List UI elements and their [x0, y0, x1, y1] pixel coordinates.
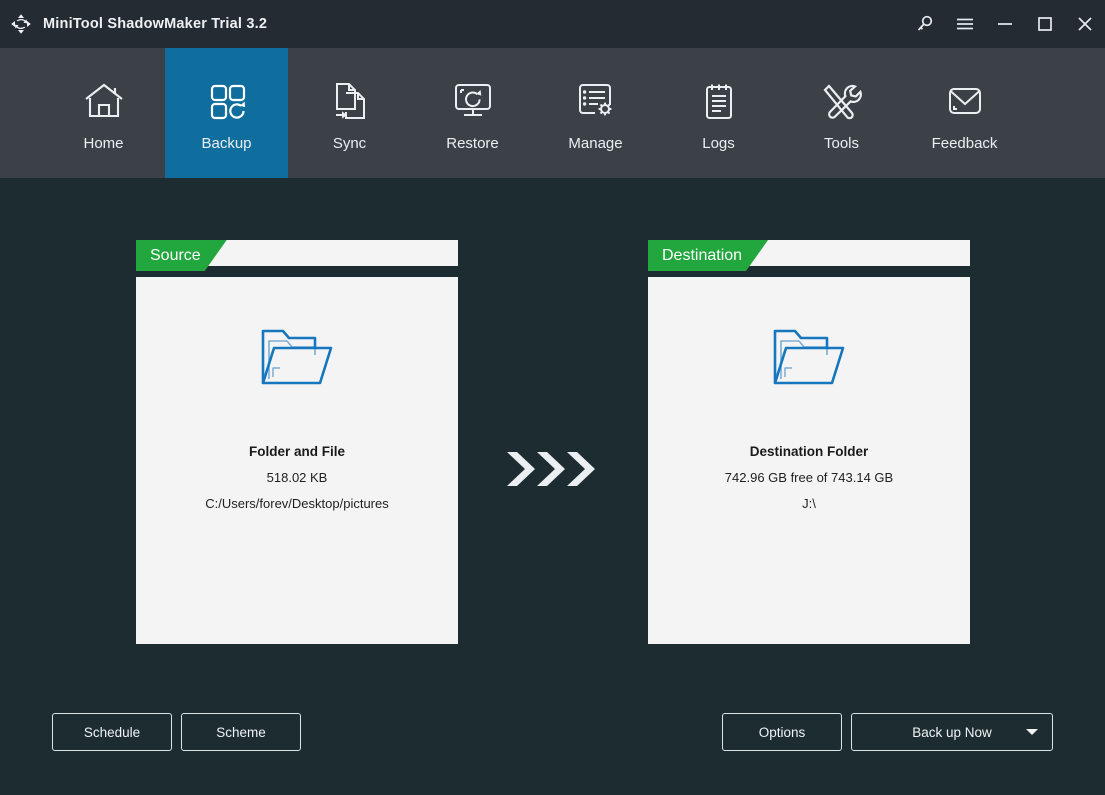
nav-label-backup: Backup [201, 135, 252, 152]
destination-panel[interactable]: Destination Destination Folder 742.96 GB… [648, 240, 970, 644]
nav-item-restore[interactable]: Restore [411, 48, 534, 178]
nav-label-manage: Manage [568, 135, 623, 152]
app-title: MiniTool ShadowMaker Trial 3.2 [43, 16, 268, 32]
options-button[interactable]: Options [722, 713, 842, 751]
source-tab-gap [136, 271, 458, 277]
nav-label-sync: Sync [332, 135, 367, 152]
destination-body[interactable]: Destination Folder 742.96 GB free of 743… [648, 277, 970, 644]
destination-free-space: 742.96 GB free of 743.14 GB [724, 470, 894, 485]
title-bar: MiniTool ShadowMaker Trial 3.2 [0, 0, 1105, 48]
source-tab-label: Source [150, 246, 201, 264]
source-title: Folder and File [248, 444, 345, 459]
scheme-button[interactable]: Scheme [181, 713, 301, 751]
nav-label-tools: Tools [823, 135, 860, 152]
back-up-now-label: Back up Now [912, 724, 992, 740]
nav-item-tools[interactable]: Tools [780, 48, 903, 178]
destination-title: Destination Folder [749, 444, 869, 459]
hamburger-menu-icon[interactable] [945, 0, 985, 48]
destination-path: J:\ [802, 496, 816, 511]
nav-item-backup[interactable]: Backup [165, 48, 288, 178]
back-up-now-button[interactable]: Back up Now [851, 713, 1053, 751]
source-tab: Source [136, 240, 227, 271]
nav-label-home: Home [83, 135, 124, 152]
backup-icon [204, 74, 250, 128]
nav-label-restore: Restore [446, 135, 499, 152]
triple-chevron-right-icon [505, 448, 605, 490]
source-panel[interactable]: Source Folder and File 518.02 KB C:/User… [136, 240, 458, 644]
sync-icon [327, 74, 373, 128]
nav-label-feedback: Feedback [931, 135, 998, 152]
source-path: C:/Users/forev/Desktop/pictures [205, 496, 389, 511]
source-body[interactable]: Folder and File 518.02 KB C:/Users/forev… [136, 277, 458, 644]
move-arrows-logo-icon [8, 11, 34, 37]
main-content: Source Folder and File 518.02 KB C:/User… [0, 178, 1105, 795]
maximize-icon[interactable] [1025, 0, 1065, 48]
nav-label-logs: Logs [702, 135, 735, 152]
schedule-button[interactable]: Schedule [52, 713, 172, 751]
nav-item-manage[interactable]: Manage [534, 48, 657, 178]
destination-tab-row: Destination [648, 240, 970, 271]
logs-icon [696, 74, 742, 128]
destination-tab-label: Destination [662, 246, 743, 264]
restore-icon [450, 74, 496, 128]
close-icon[interactable] [1065, 0, 1105, 48]
nav-item-logs[interactable]: Logs [657, 48, 780, 178]
window-controls [905, 0, 1105, 48]
nav-item-sync[interactable]: Sync [288, 48, 411, 178]
manage-icon [573, 74, 619, 128]
folder-icon [769, 321, 849, 398]
nav-item-feedback[interactable]: Feedback [903, 48, 1026, 178]
nav-item-home[interactable]: Home [42, 48, 165, 178]
main-navigation: Home Backup Sync Restore Manage Logs Too… [0, 48, 1105, 178]
feedback-icon [942, 74, 988, 128]
destination-tab-gap [648, 271, 970, 277]
tools-icon [819, 74, 865, 128]
home-icon [81, 74, 127, 128]
source-tab-row: Source [136, 240, 458, 271]
folder-icon [257, 321, 337, 398]
search-key-icon[interactable] [905, 0, 945, 48]
source-size: 518.02 KB [266, 470, 328, 485]
chevron-down-icon[interactable] [1026, 729, 1038, 735]
minimize-icon[interactable] [985, 0, 1025, 48]
destination-tab: Destination [648, 240, 768, 271]
